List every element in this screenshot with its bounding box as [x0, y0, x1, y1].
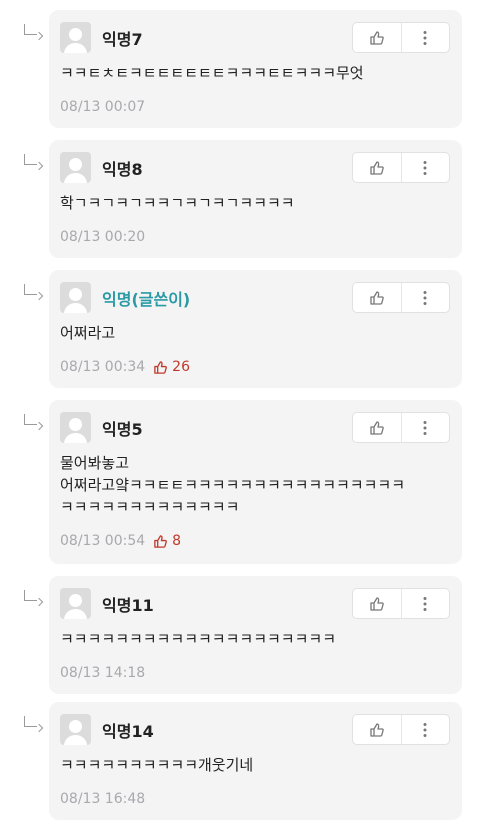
thumbs-up-icon [154, 360, 168, 374]
comment-actions [352, 152, 450, 183]
comment-meta: 08/13 00:54 8 [60, 530, 450, 552]
comment-meta: 08/13 00:07 [60, 96, 450, 118]
comment-card: 익명(글쓴이) 어쩌라고 08/13 00:34 26 [49, 270, 462, 388]
comment-header: 익명14 [60, 714, 450, 750]
comment-text: ㅋㅋㅌㅊㅌㅋㅌㅌㅌㅌㅌㅌㅋㅋㅋㅌㅌㅋㅋㅋ무엇 [60, 64, 364, 82]
reply-list: 익명7 ㅋㅋㅌㅊㅌㅋㅌㅌㅌㅌㅌㅌㅋㅋㅋㅌㅌㅋㅋㅋ무엇 08/13 00:07 익… [0, 0, 480, 828]
reply-arrow-icon [24, 716, 37, 727]
comment-header: 익명8 [60, 152, 450, 188]
more-button[interactable] [400, 413, 450, 442]
comment-actions [352, 588, 450, 619]
comment-card: 익명14 ㅋㅋㅋㅋㅋㅋㅋㅋㅋㅋ개웃기네 08/13 16:48 [49, 702, 462, 820]
comment-text: 어쩌라고 [60, 324, 116, 342]
more-vertical-icon [423, 30, 427, 45]
author-name: 익명8 [102, 160, 143, 179]
comment-time: 08/13 00:34 [60, 359, 146, 375]
comment-meta: 08/13 00:34 26 [60, 356, 450, 378]
like-count: 8 [153, 533, 181, 549]
like-button[interactable] [353, 153, 401, 182]
more-button[interactable] [400, 715, 450, 744]
comment-actions [352, 22, 450, 53]
comment-card: 익명5 물어봐놓고 어쩌라고얔ㅋㅋㅌㅌㅋㅋㅋㅋㅋㅋㅋㅋㅋㅋㅋㅋㅋㅋㅋㅋ ㅋㅋㅋㅋ… [49, 400, 462, 564]
like-count-value: 8 [172, 533, 182, 549]
comment-actions [352, 714, 450, 745]
more-vertical-icon [423, 420, 427, 435]
default-avatar-icon [60, 412, 91, 443]
thumbs-up-icon [370, 420, 384, 435]
default-avatar-icon [60, 282, 91, 313]
thumbs-up-icon [370, 160, 384, 175]
author-name-writer: 익명(글쓴이) [102, 290, 191, 309]
comment-text: ㅋㅋㅋㅋㅋㅋㅋㅋㅋㅋㅋㅋㅋㅋㅋㅋㅋㅋㅋㅋ [60, 630, 337, 648]
author-name: 익명14 [102, 722, 154, 741]
more-button[interactable] [400, 283, 450, 312]
comment-time: 08/13 16:48 [60, 791, 146, 807]
author-name: 익명7 [102, 30, 143, 49]
like-count: 26 [153, 359, 190, 375]
comment-text: 학ㄱㅋㄱㅋㄱㅋㅋㄱㅋㄱㅋㄱㅋㅋㅋㅋ [60, 194, 295, 212]
like-button[interactable] [353, 413, 401, 442]
comment-actions [352, 282, 450, 313]
author-name: 익명5 [102, 420, 143, 439]
more-vertical-icon [423, 722, 427, 737]
comment-time: 08/13 14:18 [60, 665, 146, 681]
more-vertical-icon [423, 596, 427, 611]
reply-arrow-icon [24, 284, 37, 295]
like-button[interactable] [353, 23, 401, 52]
reply-arrow-icon [24, 24, 37, 35]
comment-header: 익명(글쓴이) [60, 282, 450, 318]
thumbs-up-icon [370, 596, 384, 611]
like-button[interactable] [353, 589, 401, 618]
like-count-value: 26 [172, 359, 190, 375]
reply-arrow-icon [24, 154, 37, 165]
like-button[interactable] [353, 283, 401, 312]
comment-header: 익명11 [60, 588, 450, 624]
more-button[interactable] [400, 589, 450, 618]
comment-text: ㅋㅋㅋㅋㅋㅋㅋㅋㅋㅋ개웃기네 [60, 756, 254, 774]
default-avatar-icon [60, 588, 91, 619]
comment-meta: 08/13 16:48 [60, 788, 450, 810]
more-vertical-icon [423, 160, 427, 175]
comment-card: 익명11 ㅋㅋㅋㅋㅋㅋㅋㅋㅋㅋㅋㅋㅋㅋㅋㅋㅋㅋㅋㅋ 08/13 14:18 [49, 576, 462, 694]
comment-meta: 08/13 00:20 [60, 226, 450, 248]
default-avatar-icon [60, 714, 91, 745]
more-button[interactable] [400, 23, 450, 52]
comment-card: 익명7 ㅋㅋㅌㅊㅌㅋㅌㅌㅌㅌㅌㅌㅋㅋㅋㅌㅌㅋㅋㅋ무엇 08/13 00:07 [49, 10, 462, 128]
thumbs-up-icon [154, 534, 168, 548]
comment-actions [352, 412, 450, 443]
author-name: 익명11 [102, 596, 154, 615]
more-vertical-icon [423, 290, 427, 305]
reply-arrow-icon [24, 414, 37, 425]
thumbs-up-icon [370, 722, 384, 737]
more-button[interactable] [400, 153, 450, 182]
comment-time: 08/13 00:54 [60, 533, 146, 549]
comment-meta: 08/13 14:18 [60, 662, 450, 684]
default-avatar-icon [60, 22, 91, 53]
comment-card: 익명8 학ㄱㅋㄱㅋㄱㅋㅋㄱㅋㄱㅋㄱㅋㅋㅋㅋ 08/13 00:20 [49, 140, 462, 258]
reply-arrow-icon [24, 590, 37, 601]
like-button[interactable] [353, 715, 401, 744]
default-avatar-icon [60, 152, 91, 183]
comment-time: 08/13 00:20 [60, 229, 146, 245]
thumbs-up-icon [370, 30, 384, 45]
comment-header: 익명7 [60, 22, 450, 58]
comment-header: 익명5 [60, 412, 450, 448]
comment-time: 08/13 00:07 [60, 99, 146, 115]
comment-text: 물어봐놓고 어쩌라고얔ㅋㅋㅌㅌㅋㅋㅋㅋㅋㅋㅋㅋㅋㅋㅋㅋㅋㅋㅋㅋ ㅋㅋㅋㅋㅋㅋㅋㅋ… [60, 454, 406, 516]
thumbs-up-icon [370, 290, 384, 305]
